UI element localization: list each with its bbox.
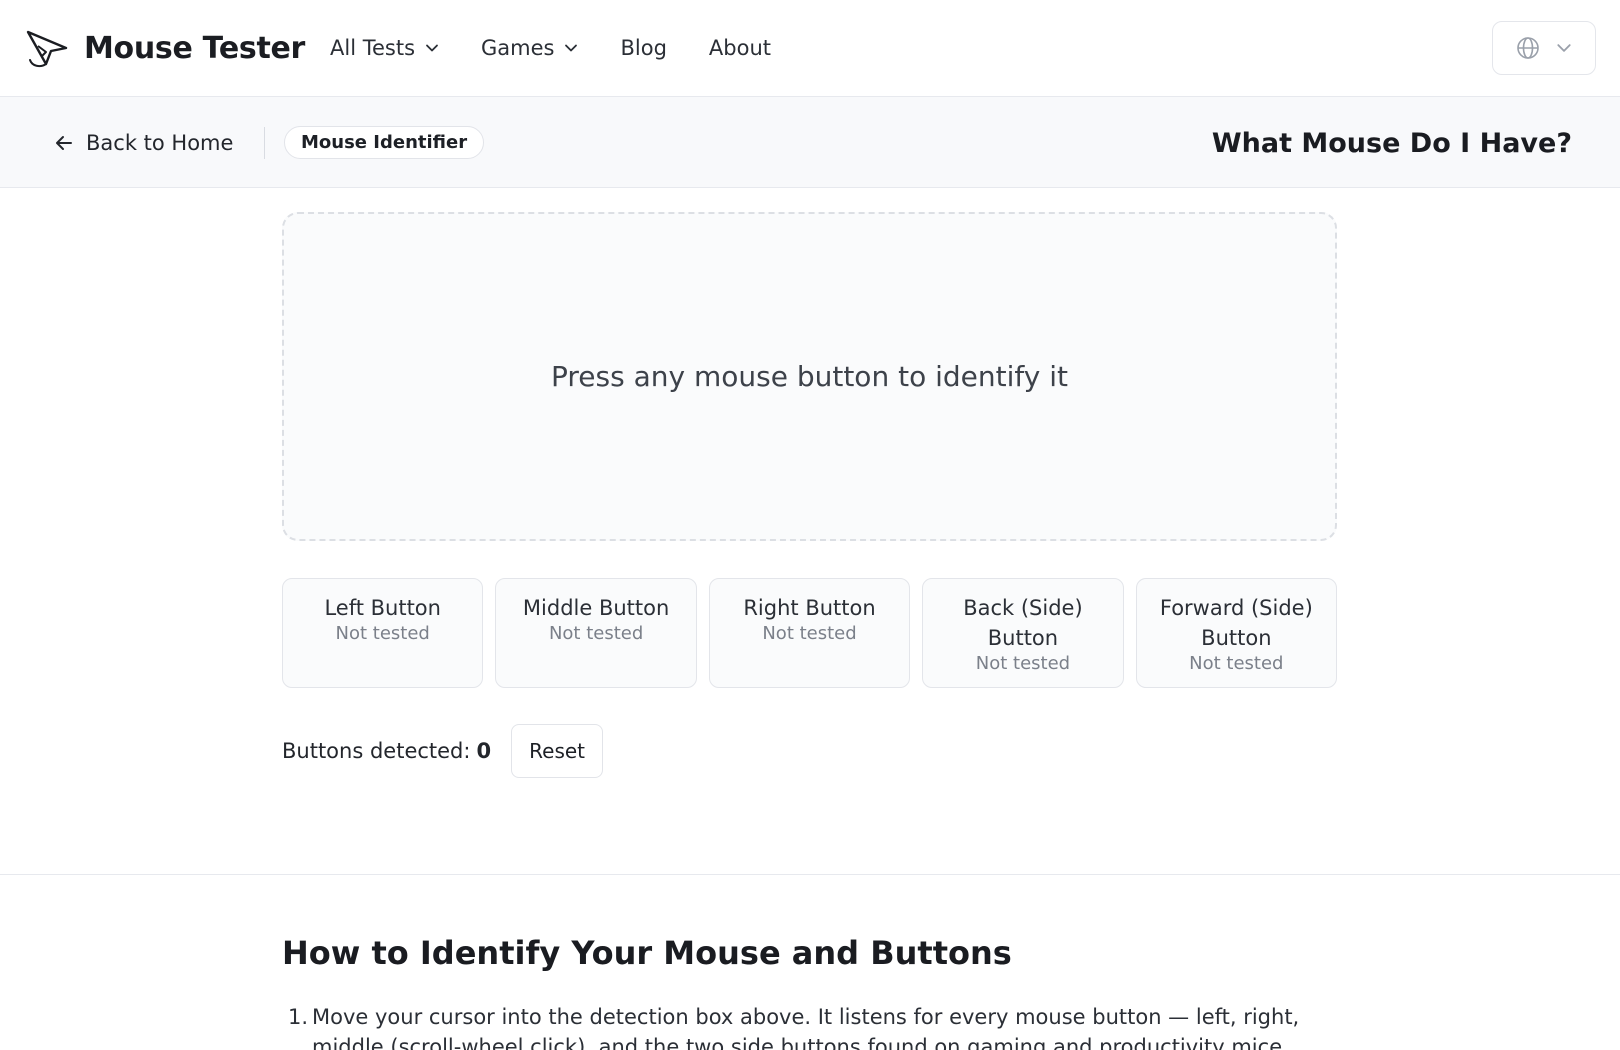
back-to-home-label: Back to Home	[86, 131, 234, 155]
nav-all-tests-label: All Tests	[330, 36, 416, 60]
button-card-status: Not tested	[975, 653, 1071, 674]
chevron-down-icon	[1557, 44, 1571, 52]
section-divider	[0, 874, 1620, 875]
button-status-grid: Left Button Not tested Middle Button Not…	[282, 578, 1338, 688]
step-text: Move your cursor into the detection box …	[312, 1005, 1300, 1050]
button-card-label: Middle Button	[522, 596, 670, 620]
button-card-label: Right Button	[743, 596, 876, 620]
middle-button-card: Middle Button Not tested	[495, 578, 697, 688]
howto-steps: 1. Move your cursor into the detection b…	[288, 1002, 1348, 1050]
nav-all-tests[interactable]: All Tests	[330, 36, 439, 60]
brand-name: Mouse Tester	[84, 30, 306, 66]
chevron-down-icon	[565, 44, 578, 52]
button-card-label: Forward (Side) Button	[1159, 596, 1313, 650]
globe-icon	[1517, 37, 1539, 59]
detection-area[interactable]: Press any mouse button to identify it	[282, 212, 1337, 541]
detection-prompt: Press any mouse button to identify it	[551, 360, 1068, 393]
button-card-status: Not tested	[762, 623, 857, 644]
main-nav: All Tests Games Blog About	[330, 30, 813, 66]
right-button-card: Right Button Not tested	[708, 578, 911, 688]
left-button-card: Left Button Not tested	[282, 578, 484, 688]
brand-logo-link[interactable]: Mouse Tester	[24, 26, 305, 70]
breadcrumb-pill: Mouse Identifier	[284, 126, 485, 159]
button-card-label: Left Button	[324, 596, 441, 620]
howto-heading: How to Identify Your Mouse and Buttons	[282, 934, 1012, 972]
nav-blog-label: Blog	[620, 36, 667, 60]
button-card-status: Not tested	[1189, 653, 1284, 674]
nav-about-label: About	[708, 36, 771, 60]
arrow-left-icon	[56, 136, 72, 150]
button-card-status: Not tested	[548, 623, 644, 644]
step-number: 1.	[288, 1005, 309, 1029]
button-card-label: Back (Side) Button	[963, 596, 1083, 650]
nav-games-label: Games	[481, 36, 555, 60]
reset-button[interactable]: Reset	[511, 724, 604, 778]
nav-games[interactable]: Games	[481, 36, 578, 60]
top-navbar: Mouse Tester All Tests Games Blog About	[0, 0, 1620, 97]
forward-side-button-card: Forward (Side) Button Not tested	[1135, 578, 1338, 688]
back-side-button-card: Back (Side) Button Not tested	[922, 578, 1124, 688]
sub-header: Back to Home Mouse Identifier What Mouse…	[0, 97, 1620, 188]
list-item: 1. Move your cursor into the detection b…	[288, 1002, 1348, 1050]
button-card-status: Not tested	[335, 623, 430, 644]
chevron-down-icon	[426, 44, 438, 52]
cursor-logo-icon	[26, 30, 68, 68]
nav-blog[interactable]: Blog	[620, 36, 666, 60]
nav-about[interactable]: About	[709, 36, 771, 60]
buttons-detected-count: 0	[476, 739, 492, 763]
divider	[264, 127, 265, 159]
detected-summary: Buttons detected: 0 Reset	[282, 724, 604, 778]
buttons-detected-label: Buttons detected:	[282, 739, 471, 763]
back-to-home-link[interactable]: Back to Home	[54, 125, 233, 161]
language-selector[interactable]	[1492, 21, 1596, 75]
page-title: What Mouse Do I Have?	[1211, 127, 1572, 159]
